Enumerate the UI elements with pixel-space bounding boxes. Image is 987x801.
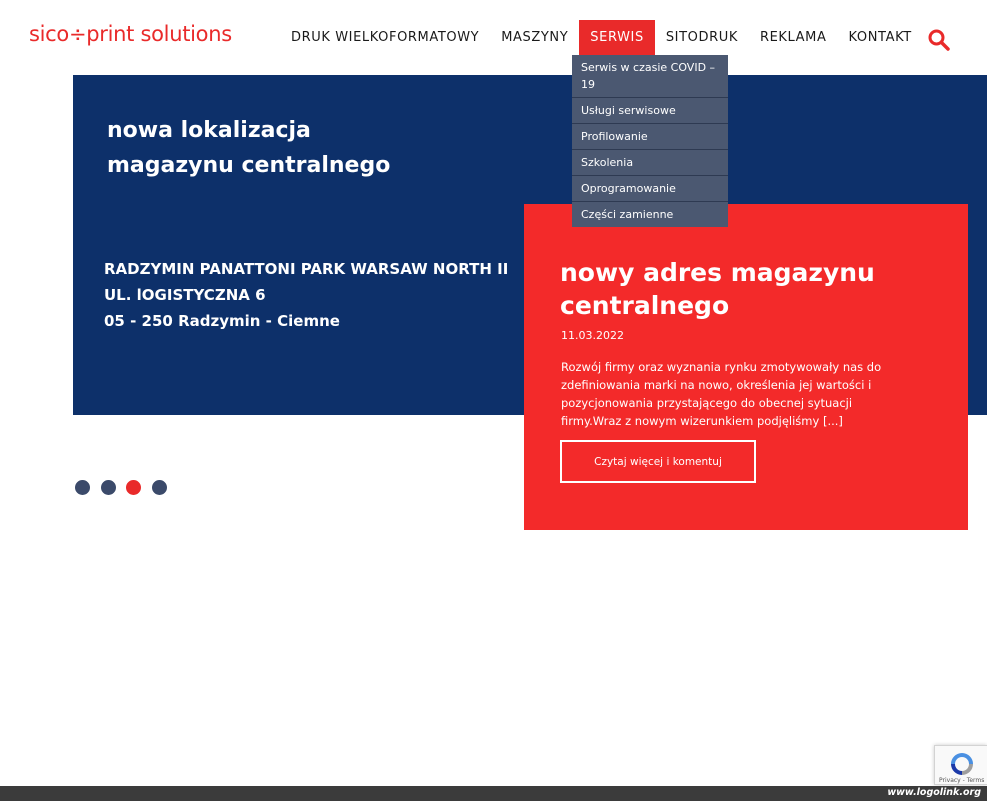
nav-item-serwis[interactable]: SERWIS [579, 20, 655, 55]
news-card-excerpt: Rozwój firmy oraz wyznania rynku zmotywo… [561, 360, 882, 428]
watermark-text: www.logolink.org [887, 787, 981, 798]
dropdown-item-szkolenia[interactable]: Szkolenia [572, 150, 728, 176]
read-more-button-label: Czytaj więcej i komentuj [594, 455, 722, 468]
address-line-2: UL. lOGISTYCZNA 6 [104, 286, 266, 304]
slide-heading-line-1: nowa lokalizacja [107, 118, 311, 143]
dropdown-item-covid[interactable]: Serwis w czasie COVID – 19 [572, 55, 728, 98]
warehouse-address: RADZYMIN PANATTONI PARK WARSAW NORTH II … [104, 256, 519, 334]
slide-heading-line-2: magazynu centralnego [107, 153, 391, 178]
slide-heading: nowa lokalizacja magazynu centralnego [107, 113, 527, 183]
nav-item-druk-wielkoformatowy[interactable]: DRUK WIELKOFORMATOWY [280, 20, 490, 55]
serwis-dropdown: Serwis w czasie COVID – 19 Usługi serwis… [572, 55, 728, 227]
bottom-bar: www.logolink.org [0, 786, 987, 801]
dropdown-item-profilowanie[interactable]: Profilowanie [572, 124, 728, 150]
recaptcha-terms[interactable]: Privacy - Terms [939, 777, 984, 784]
recaptcha-badge[interactable]: Privacy - Terms [934, 745, 987, 785]
slider-dot-2[interactable] [100, 480, 116, 495]
slider-dot-1[interactable] [75, 480, 90, 495]
nav-item-reklama[interactable]: REKLAMA [749, 20, 838, 55]
slider-dot-4[interactable] [151, 480, 167, 495]
nav-item-maszyny[interactable]: MASZYNY [490, 20, 579, 55]
address-line-3: 05 - 250 Radzymin - Ciemne [104, 312, 340, 330]
dropdown-item-oprogramowanie[interactable]: Oprogramowanie [572, 176, 728, 202]
slider-dot-3[interactable] [126, 480, 141, 495]
main-nav: DRUK WIELKOFORMATOWY MASZYNY SERWIS SITO… [280, 20, 923, 55]
dropdown-item-czesci-zamienne[interactable]: Części zamienne [572, 202, 728, 227]
slider-dots [75, 480, 177, 495]
nav-item-kontakt[interactable]: KONTAKT [837, 20, 922, 55]
search-button[interactable] [927, 28, 951, 52]
nav-item-sitodruk[interactable]: SITODRUK [655, 20, 749, 55]
search-icon [928, 29, 950, 51]
address-line-1: RADZYMIN PANATTONI PARK WARSAW NORTH II [104, 260, 509, 278]
news-card-date: 11.03.2022 [561, 329, 624, 342]
news-card-title: nowy adres magazynu centralnego [560, 258, 875, 320]
recaptcha-icon [951, 753, 973, 775]
read-more-button[interactable]: Czytaj więcej i komentuj [560, 440, 756, 483]
dropdown-item-uslugi-serwisowe[interactable]: Usługi serwisowe [572, 98, 728, 124]
site-logo[interactable]: sico÷print solutions [29, 22, 232, 46]
